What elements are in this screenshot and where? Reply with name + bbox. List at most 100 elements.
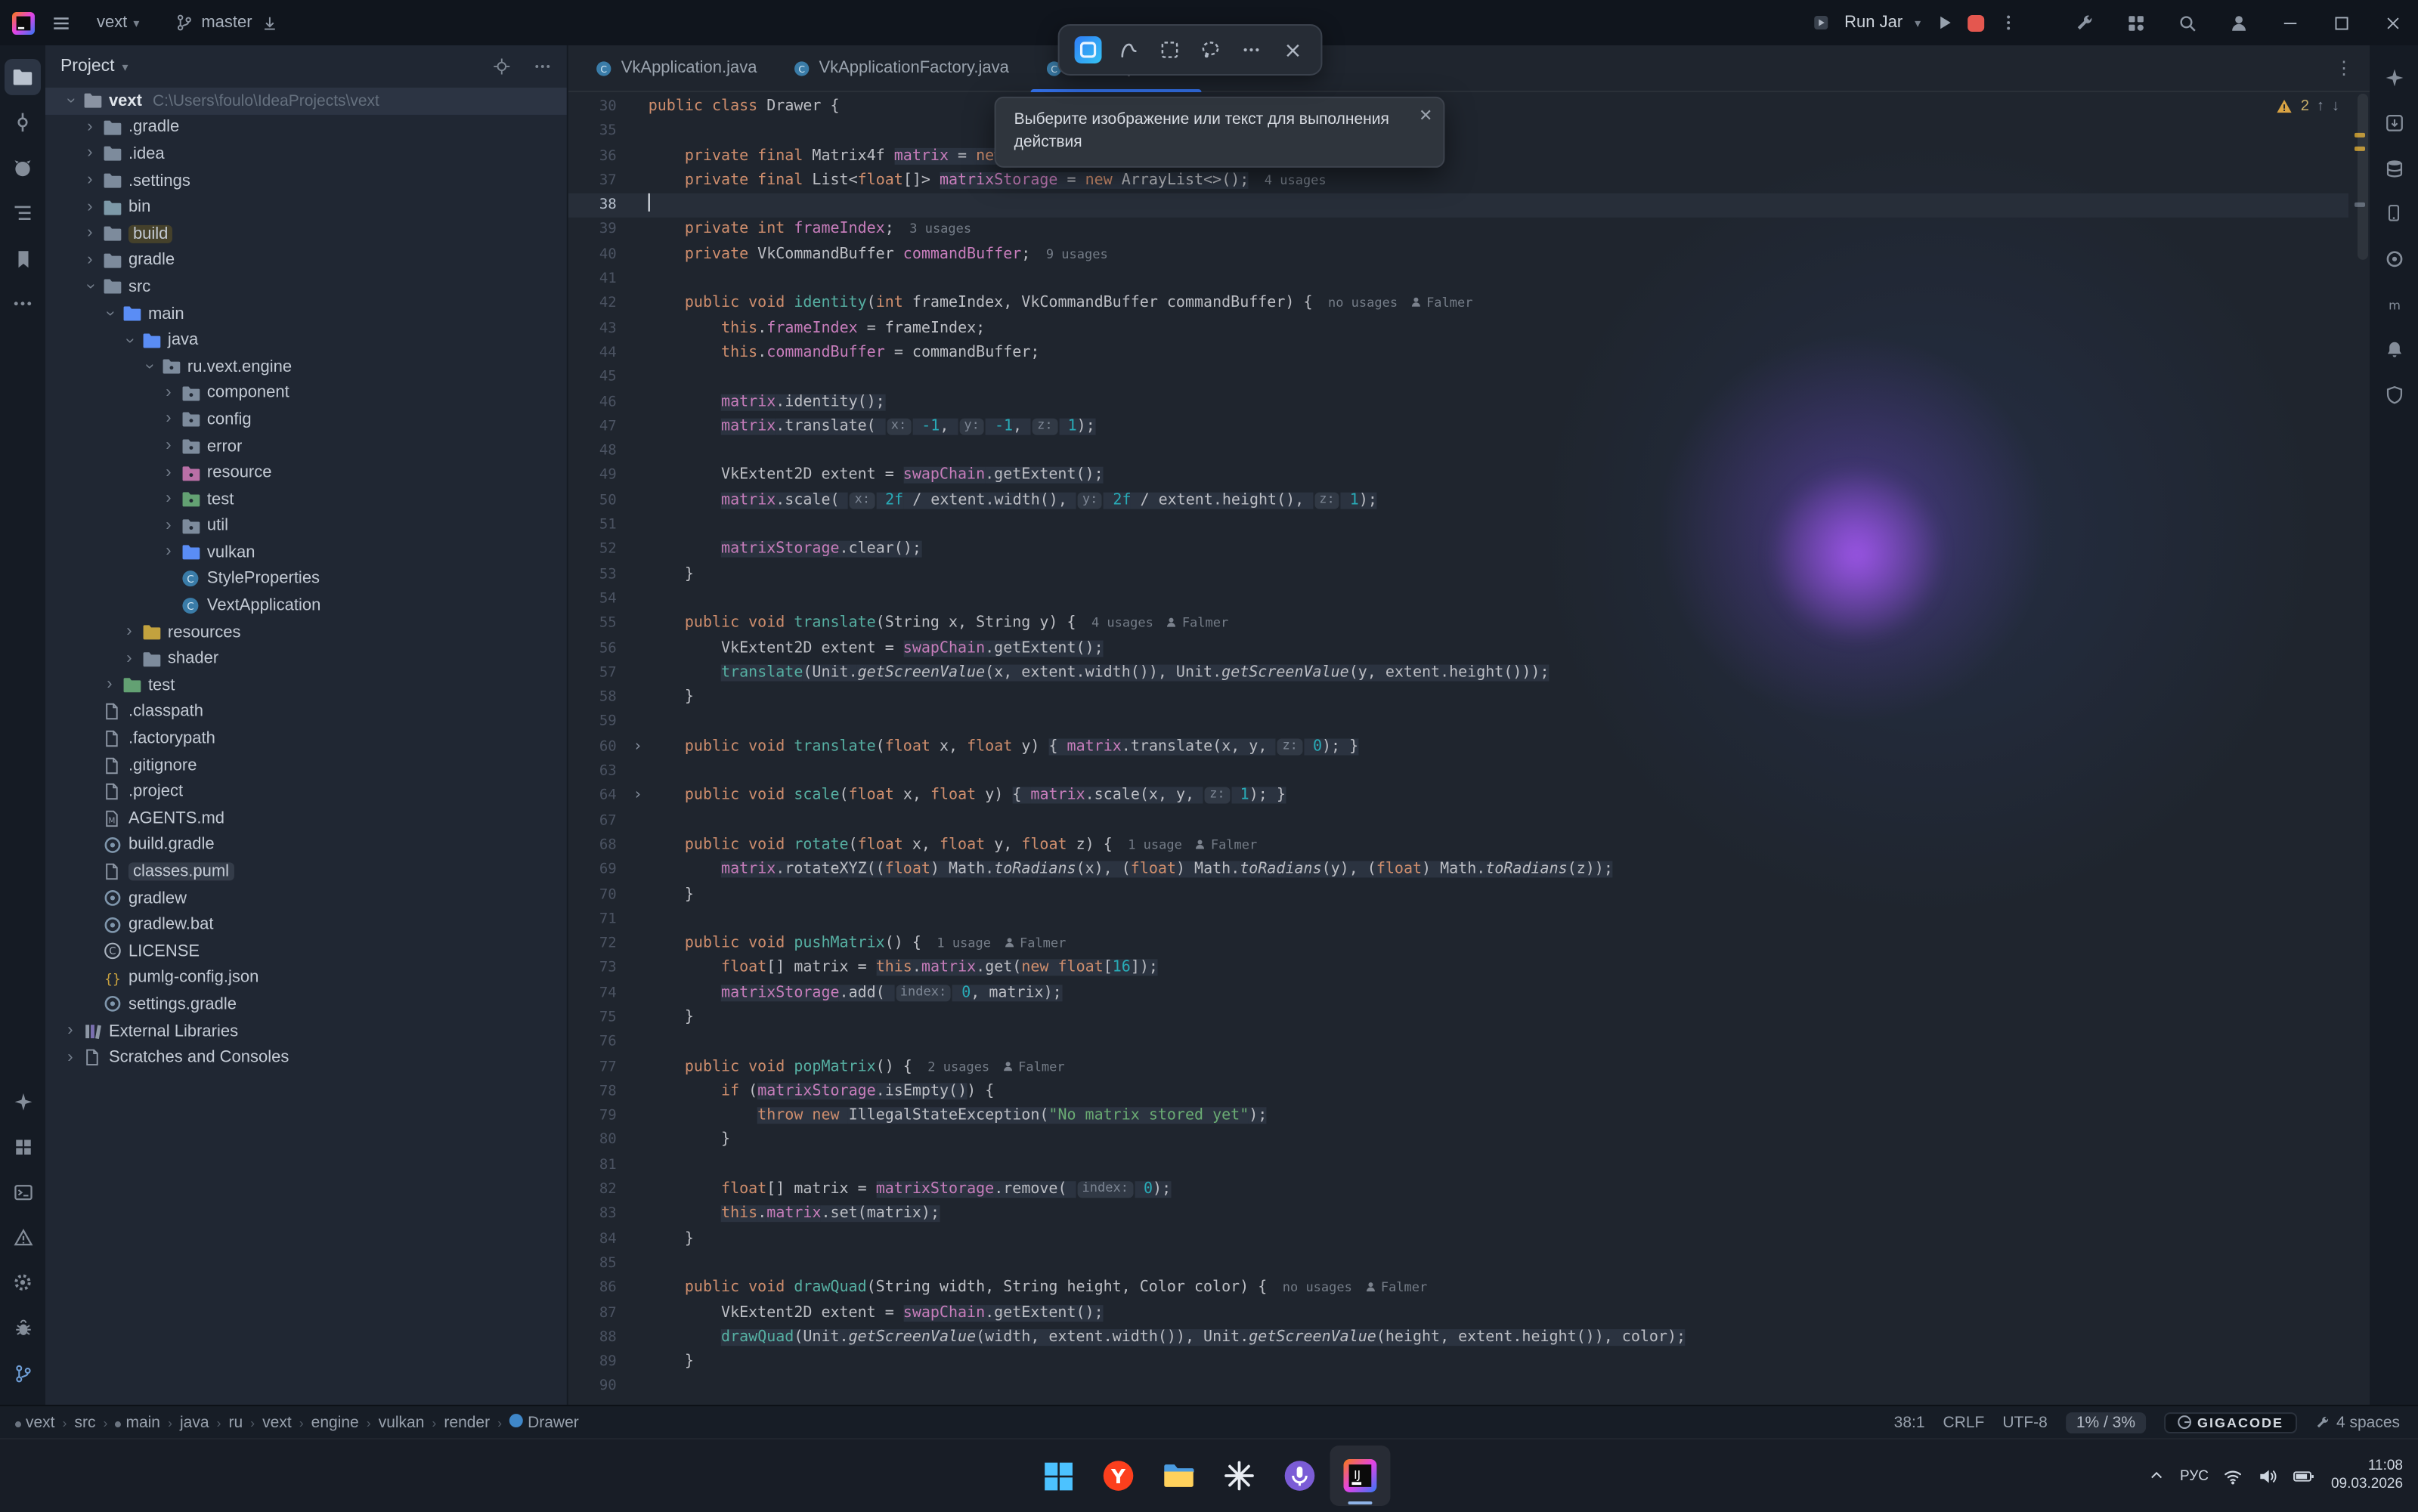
tree-item--gitignore[interactable]: .gitignore [45,752,567,778]
code-line-37[interactable]: 37 private final List<float[]> matrixSto… [568,169,2348,194]
tree-chevron-icon[interactable]: › [119,330,139,350]
code-line-52[interactable]: 52 matrixStorage.clear(); [568,538,2348,563]
tab-vkapplicationfactory-java[interactable]: C VkApplicationFactory.java [775,45,1026,91]
code-line-83[interactable]: 83 this.matrix.set(matrix); [568,1203,2348,1228]
tree-item-error[interactable]: ›error [45,433,567,459]
taskbar-clock[interactable]: 11:08 09.03.2026 [2331,1457,2403,1494]
status-gigacode[interactable]: GIGACODE [2164,1412,2297,1433]
wifi-icon[interactable] [2224,1466,2243,1486]
more-tools-icon[interactable] [1234,33,1268,66]
structure-tool-icon[interactable] [5,195,41,231]
code-line-69[interactable]: 69 matrix.rotateXYZ((float) Math.toRadia… [568,858,2348,883]
tree-item-settings-gradle[interactable]: settings.gradle [45,991,567,1018]
bell-tool-icon[interactable] [2376,331,2412,367]
code-line-81[interactable]: 81 [568,1154,2348,1179]
code-line-43[interactable]: 43 this.frameIndex = frameIndex; [568,317,2348,342]
project-tool-icon[interactable] [5,59,41,95]
tree-item--gradle[interactable]: ›.gradle [45,114,567,141]
tree-item--settings[interactable]: ›.settings [45,167,567,193]
tree-item-gradlew-bat[interactable]: gradlew.bat [45,911,567,938]
bookmarks-tool-icon[interactable] [5,240,41,277]
code-line-54[interactable]: 54 [568,587,2348,612]
settings-tool-icon[interactable] [5,1264,41,1300]
code-line-68[interactable]: 68 public void rotate(float x, float y, … [568,833,2348,858]
editor-scrollbar[interactable] [2358,94,2368,260]
branch-tool-icon[interactable] [5,1355,41,1391]
tree-chevron-icon[interactable]: › [80,118,100,138]
code-line-76[interactable]: 76 [568,1031,2348,1056]
code-line-79[interactable]: 79 throw new IllegalStateException("No m… [568,1105,2348,1130]
code-line-75[interactable]: 75 } [568,1006,2348,1031]
code-line-30[interactable]: 30public class Drawer { [568,95,2348,120]
tree-item-gradle[interactable]: ›gradle [45,247,567,274]
volume-icon[interactable] [2259,1466,2278,1486]
minimize-button[interactable] [2264,0,2315,45]
tree-chevron-icon[interactable]: › [100,676,119,695]
tab-options-icon[interactable]: ⋮ [2320,57,2370,79]
fold-arrow-icon[interactable]: › [627,735,649,760]
tree-chevron-icon[interactable]: › [119,649,139,669]
terminal-tool-icon[interactable] [5,1173,41,1210]
status-4-spaces[interactable]: 4 spaces [2315,1413,2400,1431]
profile-icon[interactable] [2212,0,2264,45]
project-widget[interactable]: vext ▾ [88,9,148,36]
chevron-down-icon[interactable]: ▾ [122,60,128,73]
tree-chevron-icon[interactable]: › [139,357,159,376]
tree-item-gradlew[interactable]: gradlew [45,885,567,911]
more-run-options-icon[interactable] [1996,11,2019,34]
tree-item-src[interactable]: ›src [45,274,567,300]
code-line-64[interactable]: 64› public void scale(float x, float y) … [568,784,2348,809]
tree-chevron-icon[interactable]: › [80,251,100,271]
close-tooltip-icon[interactable]: ✕ [1419,106,1432,129]
tools-icon[interactable] [2058,0,2110,45]
code-line-80[interactable]: 80 } [568,1129,2348,1154]
run-config-name[interactable]: Run Jar [1844,14,1903,32]
tree-item--classpath[interactable]: .classpath [45,699,567,725]
code-line-90[interactable]: 90 [568,1375,2348,1400]
taskbar-app-yandex-browser[interactable]: Y [1088,1446,1149,1506]
tree-item-test[interactable]: ›test [45,673,567,699]
gradle-tool-icon[interactable] [2376,240,2412,277]
vcs-update-icon[interactable] [259,11,281,34]
code-line-42[interactable]: 42 public void identity(int frameIndex, … [568,292,2348,317]
vcs-branch-widget[interactable]: master [163,7,289,39]
ai-tool-icon[interactable] [2376,59,2412,95]
code-line-46[interactable]: 46 matrix.identity(); [568,391,2348,416]
code-line-48[interactable]: 48 [568,440,2348,465]
code-line-84[interactable]: 84 } [568,1227,2348,1252]
code-line-36[interactable]: 36 private final Matrix4f matrix = new M… [568,144,2348,169]
code-line-63[interactable]: 63 [568,760,2348,785]
plugins-icon[interactable] [2110,0,2161,45]
code-line-70[interactable]: 70 } [568,883,2348,908]
tree-item-classes-puml[interactable]: classes.puml [45,858,567,885]
code-line-38[interactable]: 38 [568,193,2348,218]
tree-chevron-icon[interactable]: › [80,171,100,190]
breadcrumb-ru[interactable]: ru [228,1413,243,1431]
breadcrumb-drawer[interactable]: Drawer [509,1413,579,1431]
tree-chevron-icon[interactable]: › [119,623,139,642]
code-line-55[interactable]: 55 public void translate(String x, Strin… [568,612,2348,637]
code-line-86[interactable]: 86 public void drawQuad(String width, St… [568,1277,2348,1302]
code-line-60[interactable]: 60› public void translate(float x, float… [568,735,2348,760]
code-line-72[interactable]: 72 public void pushMatrix() { 1 usageFal… [568,932,2348,957]
commit-tool-icon[interactable] [5,104,41,141]
run-button[interactable] [1933,11,1955,34]
tree-chevron-icon[interactable]: › [60,91,80,111]
tree-chevron-icon[interactable]: › [60,1048,80,1068]
status-utf-8[interactable]: UTF-8 [2002,1413,2047,1431]
stop-button[interactable] [1968,14,1984,31]
tree-item-pumlg-config-json[interactable]: {}pumlg-config.json [45,965,567,991]
panel-options-icon[interactable] [534,57,552,76]
breadcrumb-java[interactable]: java [180,1413,209,1431]
tree-chevron-icon[interactable]: › [80,197,100,217]
coverage-tool-icon[interactable] [2376,376,2412,413]
breadcrumb-src[interactable]: src [75,1413,96,1431]
tree-item-build-gradle[interactable]: build.gradle [45,832,567,858]
pen-select-icon[interactable] [1113,33,1146,66]
code-line-77[interactable]: 77 public void popMatrix() { 2 usagesFal… [568,1055,2348,1080]
tree-item-ru-vext-engine[interactable]: ›ru.vext.engine [45,354,567,380]
device-tool-icon[interactable] [2376,195,2412,231]
tree-chevron-icon[interactable]: › [159,543,178,562]
breadcrumb-render[interactable]: render [444,1413,490,1431]
breadcrumb-engine[interactable]: engine [311,1413,359,1431]
